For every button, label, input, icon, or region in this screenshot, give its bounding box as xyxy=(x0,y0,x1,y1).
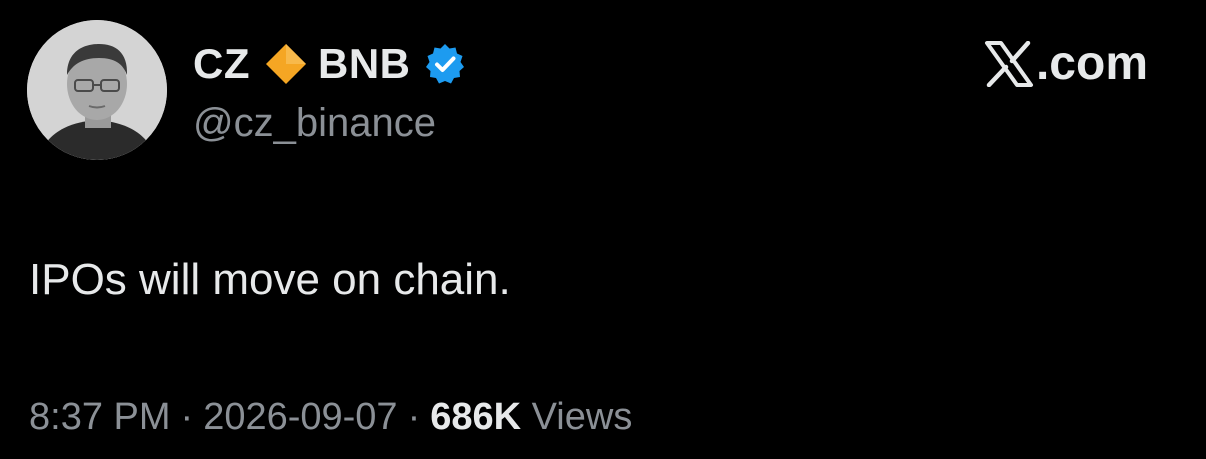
author-name-part1[interactable]: CZ xyxy=(193,38,250,90)
avatar[interactable] xyxy=(27,20,167,160)
meta-separator: · xyxy=(407,396,421,438)
profile-photo-icon xyxy=(27,20,167,160)
author-name-part2[interactable]: BNB xyxy=(318,38,411,90)
verified-badge-icon xyxy=(423,42,467,86)
meta-separator: · xyxy=(180,396,194,438)
brand-label: .com xyxy=(1035,37,1148,90)
x-logo-icon xyxy=(984,40,1034,88)
views-label: Views xyxy=(531,396,633,438)
author-name-row[interactable]: CZ BNB xyxy=(193,38,467,90)
tweet-time[interactable]: 8:37 PM xyxy=(29,396,171,438)
views-count: 686K xyxy=(430,396,522,438)
tweet-date[interactable]: 2026-09-07 xyxy=(203,396,397,438)
brand-watermark: .com xyxy=(984,36,1148,92)
tweet-meta: 8:37 PM · 2026-09-07 · 686K Views xyxy=(29,392,632,442)
tweet-text: IPOs will move on chain. xyxy=(29,255,511,304)
author-handle[interactable]: @cz_binance xyxy=(193,98,436,148)
tweet-card: CZ BNB @cz_binance .com IPOs will move o… xyxy=(0,0,1206,459)
orange-diamond-icon xyxy=(264,42,308,86)
